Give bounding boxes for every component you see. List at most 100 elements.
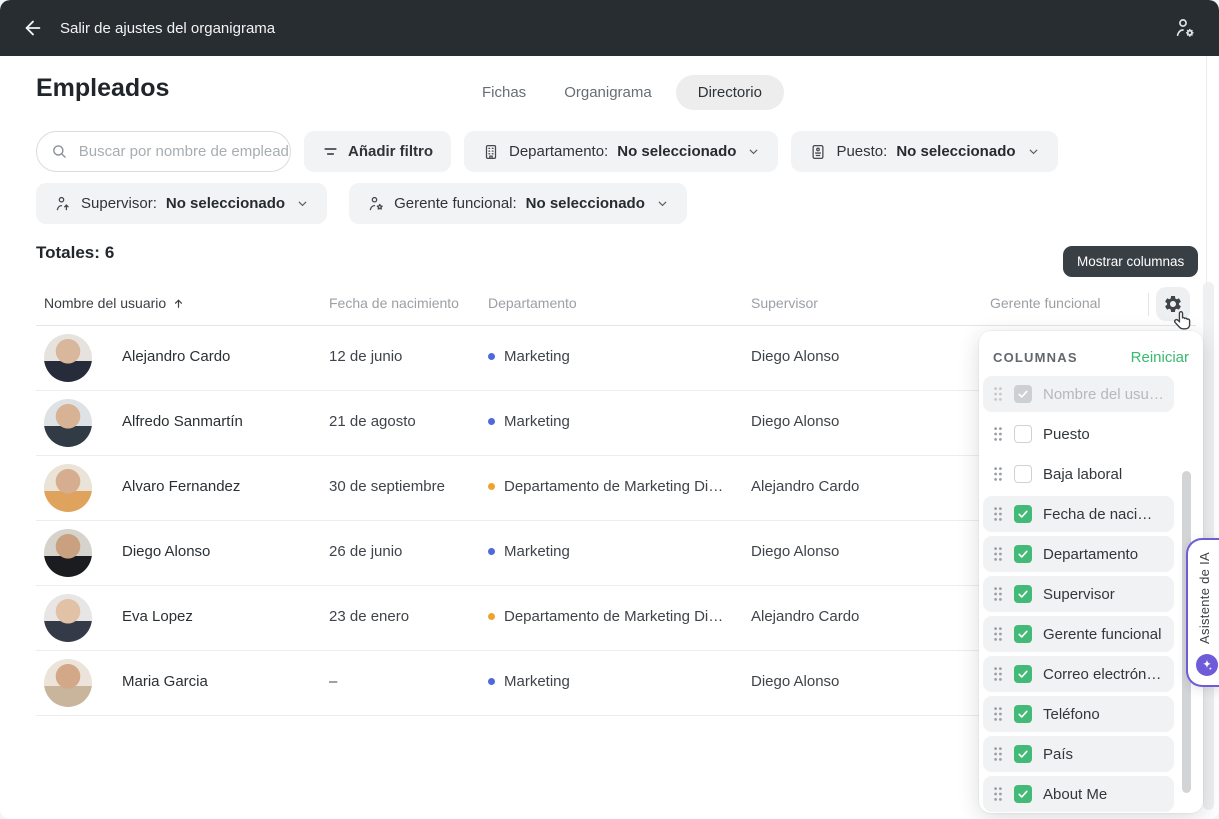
column-label: Baja laboral (1043, 466, 1122, 483)
column-header-supervisor[interactable]: Supervisor (751, 295, 818, 311)
scrollbar-track-border (1206, 56, 1207, 286)
arrow-left-icon (22, 17, 44, 39)
column-toggle-item[interactable]: Departamento (983, 536, 1174, 572)
column-label: Fecha de nacimie… (1043, 506, 1164, 523)
column-checkbox[interactable] (1014, 625, 1032, 643)
add-filter-label: Añadir filtro (348, 143, 433, 160)
filter-value: No seleccionado (617, 143, 736, 160)
department-text: Marketing (504, 673, 570, 690)
cell-birthdate: 21 de agosto (329, 413, 416, 430)
checkmark-icon (1017, 748, 1029, 760)
column-label: Supervisor (1043, 586, 1115, 603)
column-checkbox[interactable] (1014, 505, 1032, 523)
filter-value: No seleccionado (526, 195, 645, 212)
column-toggle-item[interactable]: Supervisor (983, 576, 1174, 612)
filters-row-1: Añadir filtro Departamento: No seleccion… (36, 131, 1058, 172)
cell-department: Marketing (488, 543, 570, 560)
column-checkbox[interactable] (1014, 785, 1032, 803)
department-text: Departamento de Marketing Di… (504, 608, 723, 625)
cell-birthdate: – (329, 673, 337, 690)
column-toggle-item[interactable]: Gerente funcional (983, 616, 1174, 652)
drag-handle-icon[interactable] (993, 586, 1003, 602)
ai-assistant-tab[interactable]: Asistente de IA (1186, 538, 1219, 687)
filter-supervisor[interactable]: Supervisor: No seleccionado (36, 183, 327, 224)
drag-handle-icon[interactable] (993, 746, 1003, 762)
checkmark-icon (1017, 508, 1029, 520)
avatar (44, 529, 92, 577)
column-header-fecha[interactable]: Fecha de nacimiento (329, 295, 459, 311)
reset-columns-button[interactable]: Reiniciar (1131, 349, 1189, 366)
drag-handle-icon[interactable] (993, 426, 1003, 442)
column-toggle-item[interactable]: País (983, 736, 1174, 772)
column-checkbox[interactable] (1014, 465, 1032, 483)
table-settings-button[interactable] (1156, 287, 1190, 321)
drag-handle-icon[interactable] (993, 466, 1003, 482)
column-header-nombre[interactable]: Nombre del usuario (44, 295, 185, 311)
tab-directorio[interactable]: Directorio (676, 75, 784, 110)
filter-departamento[interactable]: Departamento: No seleccionado (464, 131, 778, 172)
column-toggle-item[interactable]: Puesto (983, 416, 1174, 452)
column-label: Teléfono (1043, 706, 1100, 723)
back-button[interactable] (20, 15, 46, 41)
column-checkbox[interactable] (1014, 665, 1032, 683)
column-toggle-item[interactable]: Fecha de nacimie… (983, 496, 1174, 532)
checkmark-icon (1017, 628, 1029, 640)
columns-panel: COLUMNAS Reiniciar Nombre del usua… Pues… (979, 331, 1203, 813)
department-text: Departamento de Marketing Di… (504, 478, 723, 495)
filter-puesto[interactable]: Puesto: No seleccionado (791, 131, 1057, 172)
column-header-gerente[interactable]: Gerente funcional (990, 295, 1101, 311)
column-checkbox[interactable] (1014, 425, 1032, 443)
avatar (44, 334, 92, 382)
filter-lines-icon (322, 143, 339, 160)
totals: Totales:6 (36, 243, 119, 263)
ai-assistant-label: Asistente de IA (1197, 552, 1212, 644)
column-label: Gerente funcional (1043, 626, 1161, 643)
column-checkbox[interactable] (1014, 745, 1032, 763)
cell-supervisor: Diego Alonso (751, 673, 839, 690)
chevron-down-icon (747, 145, 760, 158)
cell-birthdate: 26 de junio (329, 543, 402, 560)
cell-name: Alvaro Fernandez (122, 478, 240, 495)
avatar (44, 594, 92, 642)
drag-handle-icon[interactable] (993, 386, 1003, 402)
drag-handle-icon[interactable] (993, 506, 1003, 522)
drag-handle-icon[interactable] (993, 666, 1003, 682)
search-input[interactable] (77, 142, 290, 161)
column-checkbox[interactable] (1014, 705, 1032, 723)
filter-label: Supervisor: (81, 195, 157, 212)
drag-handle-icon[interactable] (993, 706, 1003, 722)
columns-panel-header: COLUMNAS Reiniciar (979, 347, 1203, 376)
drag-handle-icon[interactable] (993, 786, 1003, 802)
drag-handle-icon[interactable] (993, 626, 1003, 642)
column-header-departamento[interactable]: Departamento (488, 295, 577, 311)
cell-department: Departamento de Marketing Di… (488, 608, 723, 625)
drag-handle-icon[interactable] (993, 546, 1003, 562)
column-toggle-item[interactable]: Nombre del usua… (983, 376, 1174, 412)
cell-department: Marketing (488, 673, 570, 690)
column-checkbox[interactable] (1014, 545, 1032, 563)
gear-icon (1163, 294, 1183, 314)
show-columns-tooltip: Mostrar columnas (1063, 246, 1198, 277)
app-window: Salir de ajustes del organigrama Emplead… (0, 0, 1219, 819)
column-toggle-item[interactable]: Baja laboral (983, 456, 1174, 492)
tab-fichas[interactable]: Fichas (468, 75, 540, 110)
search-box[interactable] (36, 131, 291, 172)
cell-supervisor: Alejandro Cardo (751, 478, 859, 495)
column-checkbox[interactable] (1014, 585, 1032, 603)
department-text: Marketing (504, 348, 570, 365)
filter-gerente-funcional[interactable]: Gerente funcional: No seleccionado (349, 183, 687, 224)
cell-name: Alejandro Cardo (122, 348, 230, 365)
cell-name: Eva Lopez (122, 608, 193, 625)
department-text: Marketing (504, 413, 570, 430)
table-header: Nombre del usuario Fecha de nacimiento D… (36, 284, 1196, 326)
tab-organigrama[interactable]: Organigrama (550, 75, 666, 110)
column-toggle-item[interactable]: About Me (983, 776, 1174, 812)
user-settings-button[interactable] (1171, 14, 1199, 42)
column-checkbox[interactable] (1014, 385, 1032, 403)
checkmark-icon (1017, 548, 1029, 560)
column-toggle-item[interactable]: Teléfono (983, 696, 1174, 732)
column-toggle-item[interactable]: Correo electrónico (983, 656, 1174, 692)
department-dot (488, 483, 495, 490)
column-label: Nombre del usua… (1043, 386, 1164, 403)
add-filter-button[interactable]: Añadir filtro (304, 131, 451, 172)
